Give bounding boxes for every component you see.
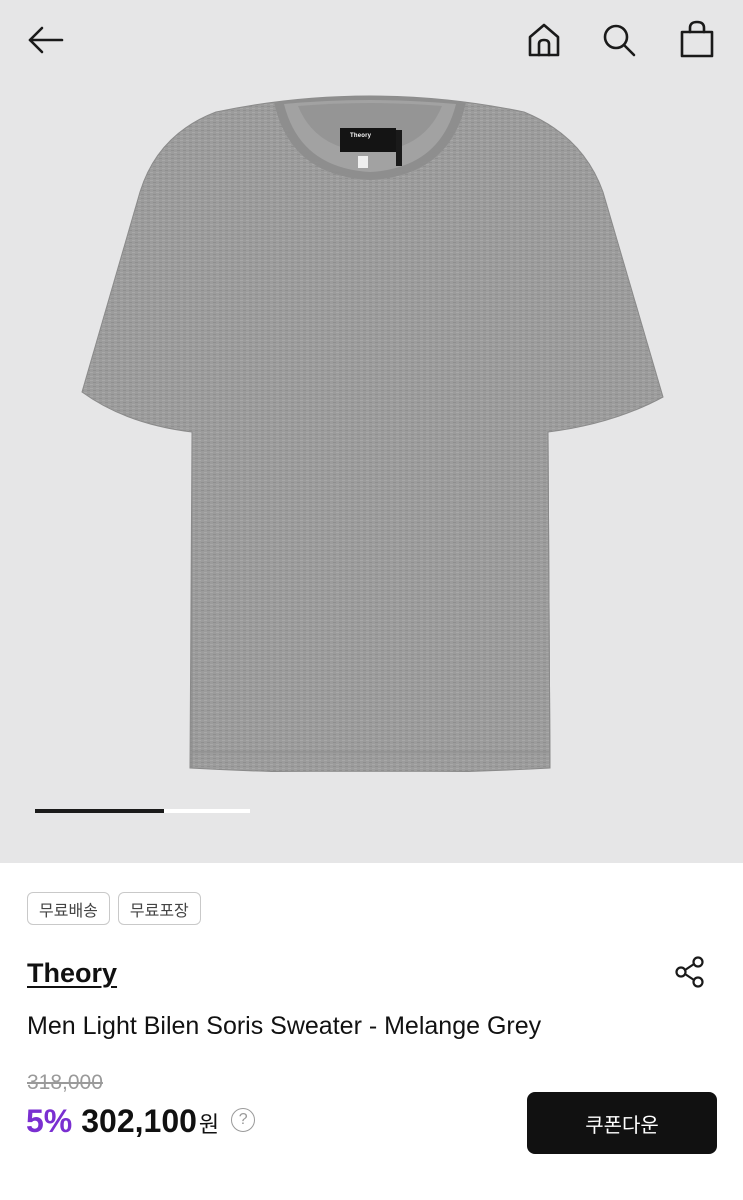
benefit-badge: 무료배송 [27,892,110,925]
home-button[interactable] [522,18,566,62]
top-navigation [0,0,743,80]
cart-button[interactable] [674,16,720,62]
arrow-left-icon [28,26,64,54]
product-image-gallery[interactable]: Theory [0,0,743,863]
brand-link[interactable]: Theory [27,958,117,989]
benefit-badge: 무료포장 [117,892,201,925]
home-icon [528,23,560,57]
price-info-icon[interactable]: ? [231,1107,256,1132]
currency-unit: 원 [198,1113,220,1138]
discount-rate: 5% [26,1103,73,1139]
product-title: Men Light Bilen Soris Sweater - Melange … [27,1012,542,1040]
garment-label-text: Theory [350,133,372,139]
back-button[interactable] [22,20,70,60]
image-carousel-indicator [35,809,250,813]
original-price: 318,000 [27,1071,103,1094]
share-button[interactable] [668,950,712,994]
price-row: 5% 302,100 원 ? [26,1103,256,1140]
product-image [81,95,664,772]
coupon-download-button[interactable]: 쿠폰다운 [527,1092,717,1154]
search-button[interactable] [597,18,641,62]
search-icon [603,24,636,57]
sale-price: 302,100 [81,1103,197,1139]
benefit-badges: 무료배송 무료포장 [27,892,201,925]
shopping-bag-icon [680,20,714,58]
share-icon [675,956,704,988]
carousel-progress [35,809,164,813]
